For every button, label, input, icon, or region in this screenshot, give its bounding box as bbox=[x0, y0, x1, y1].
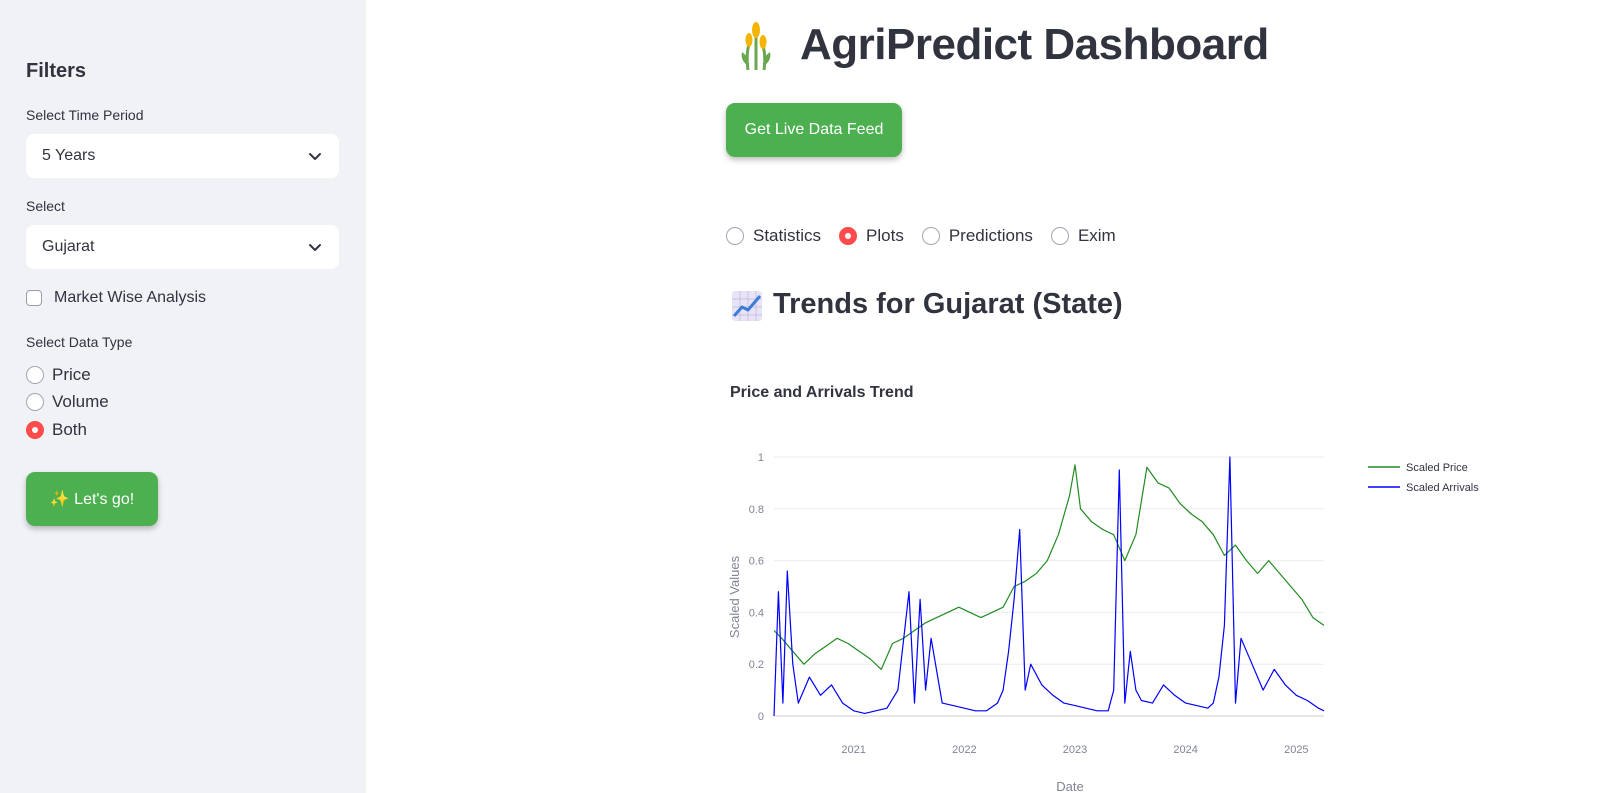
tab-label: Statistics bbox=[753, 226, 822, 245]
radio-selected-icon[interactable] bbox=[839, 227, 858, 245]
data-type-option-volume[interactable]: Volume bbox=[26, 392, 109, 412]
market-wise-label: Market Wise Analysis bbox=[54, 289, 207, 306]
data-type-label: Select Data Type bbox=[26, 334, 133, 350]
radio-selected-icon[interactable] bbox=[26, 421, 44, 439]
view-radio-group: Statistics Plots Predictions Exim bbox=[726, 226, 1134, 246]
chart-title: Price and Arrivals Trend bbox=[730, 384, 913, 401]
tab-plots[interactable]: Plots bbox=[839, 226, 904, 246]
chevron-down-icon bbox=[309, 153, 321, 160]
time-period-value: 5 Years bbox=[42, 147, 96, 164]
chart-series bbox=[773, 456, 1325, 717]
radio-icon[interactable] bbox=[726, 227, 744, 245]
section-heading: Trends for Gujarat (State) bbox=[773, 288, 1123, 320]
radio-icon[interactable] bbox=[26, 393, 44, 411]
price-arrivals-chart[interactable]: Price and Arrivals Trend 00.20.40.60.81 … bbox=[720, 370, 1500, 793]
tab-predictions[interactable]: Predictions bbox=[921, 226, 1033, 246]
lets-go-button[interactable]: ✨ Let's go! bbox=[26, 472, 158, 526]
sidebar-title: Filters bbox=[26, 60, 87, 82]
tab-statistics[interactable]: Statistics bbox=[726, 226, 821, 246]
data-type-option-label: Volume bbox=[52, 392, 109, 411]
x-axis-label: Date bbox=[1056, 779, 1083, 793]
legend-label: Scaled Price bbox=[1406, 462, 1468, 474]
data-type-option-price[interactable]: Price bbox=[26, 365, 91, 385]
x-tick-label: 2022 bbox=[952, 744, 976, 756]
x-tick-label: 2023 bbox=[1063, 744, 1087, 756]
chevron-down-icon bbox=[309, 244, 321, 251]
y-tick-label: 0.8 bbox=[749, 504, 764, 516]
y-axis-label: Scaled Values bbox=[727, 555, 742, 638]
chart-grid bbox=[774, 456, 1324, 717]
x-tick-label: 2025 bbox=[1284, 744, 1308, 756]
y-tick-label: 0 bbox=[758, 711, 764, 723]
radio-icon[interactable] bbox=[921, 227, 940, 245]
region-select-label: Select bbox=[26, 198, 65, 214]
data-type-option-label: Both bbox=[52, 420, 87, 439]
chart-legend: Scaled Price Scaled Arrivals bbox=[1368, 462, 1479, 494]
data-type-option-label: Price bbox=[52, 365, 91, 384]
x-tick-label: 2021 bbox=[841, 744, 865, 756]
legend-label: Scaled Arrivals bbox=[1406, 482, 1479, 494]
region-select-value: Gujarat bbox=[42, 238, 95, 255]
data-type-option-both[interactable]: Both bbox=[26, 420, 87, 440]
y-axis-ticks: 0 0.2 0.4 0.6 0.8 1 bbox=[749, 452, 764, 723]
market-wise-checkbox[interactable]: Market Wise Analysis bbox=[26, 289, 206, 307]
x-axis-ticks: 2021 2022 2023 2024 2025 bbox=[841, 744, 1308, 756]
page-title: AgriPredict Dashboard bbox=[800, 20, 1269, 69]
region-select[interactable]: Gujarat bbox=[26, 225, 339, 269]
y-tick-label: 0.2 bbox=[749, 659, 764, 671]
checkbox-box[interactable] bbox=[26, 290, 42, 306]
tab-label: Plots bbox=[866, 226, 904, 245]
tab-label: Exim bbox=[1077, 226, 1116, 245]
chart-increasing-icon bbox=[732, 291, 762, 321]
time-period-select[interactable]: 5 Years bbox=[26, 134, 339, 178]
live-data-button[interactable]: Get Live Data Feed bbox=[726, 103, 902, 157]
sidebar: Filters Select Time Period 5 Years Selec… bbox=[0, 0, 366, 793]
time-period-label: Select Time Period bbox=[26, 107, 144, 123]
radio-icon[interactable] bbox=[1050, 227, 1069, 245]
tab-label: Predictions bbox=[948, 226, 1033, 245]
y-tick-label: 0.4 bbox=[749, 607, 764, 619]
tab-exim[interactable]: Exim bbox=[1050, 226, 1116, 246]
crop-logo-icon bbox=[741, 22, 771, 71]
y-tick-label: 1 bbox=[758, 452, 764, 464]
x-tick-label: 2024 bbox=[1173, 744, 1197, 756]
y-tick-label: 0.6 bbox=[749, 556, 764, 568]
radio-icon[interactable] bbox=[26, 366, 44, 384]
series-line-arrivals bbox=[773, 456, 1325, 717]
